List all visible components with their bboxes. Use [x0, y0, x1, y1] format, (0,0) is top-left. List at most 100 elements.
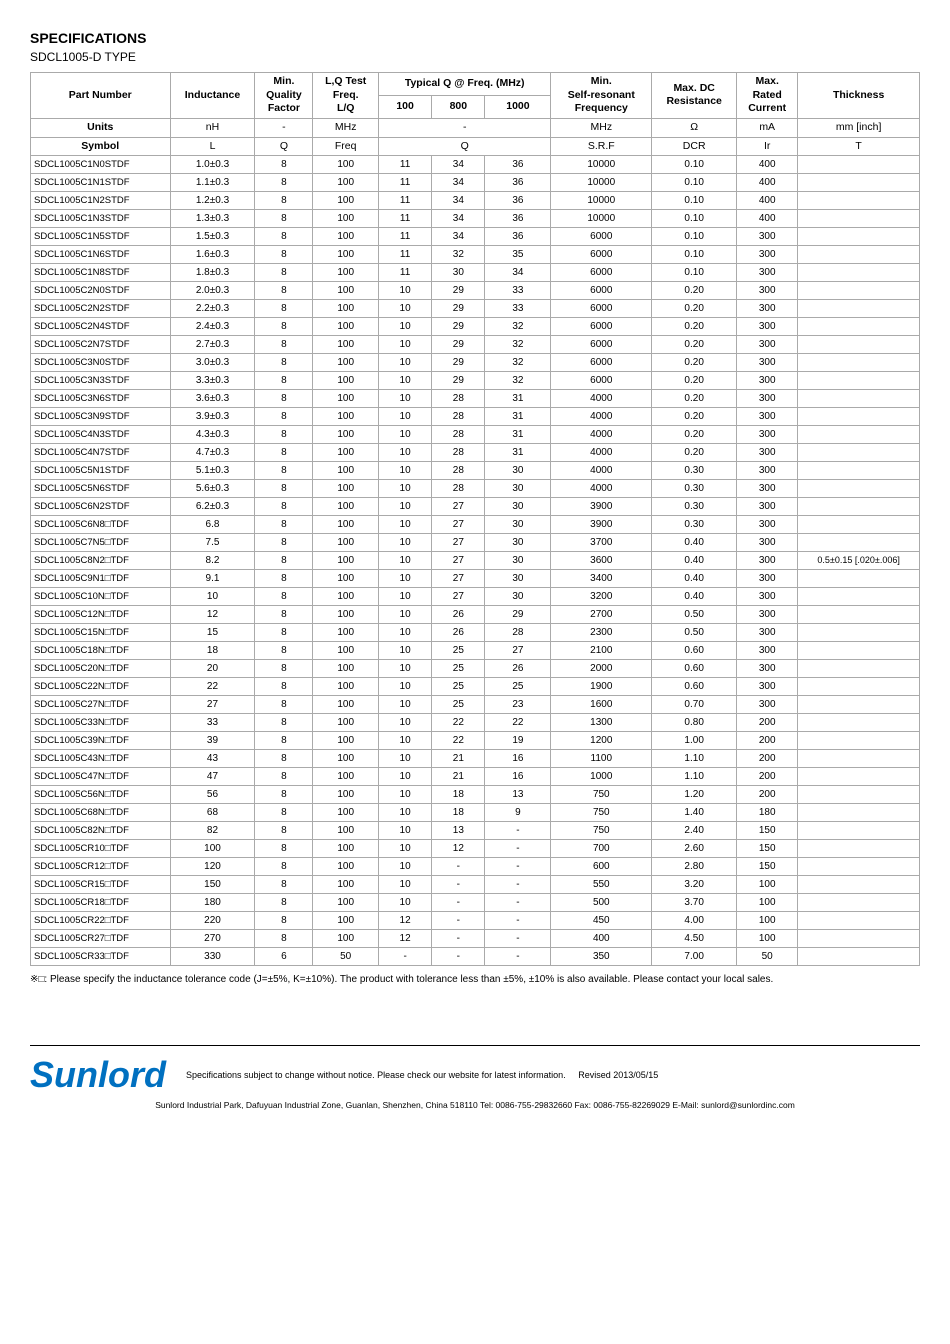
- cell-current: 150: [737, 840, 798, 858]
- cell-q1000: 30: [485, 516, 551, 534]
- cell-min-q: 8: [255, 174, 313, 192]
- table-row: SDCL1005C43N□TDF43810010211611001.10200: [31, 750, 920, 768]
- cell-q1000: 30: [485, 534, 551, 552]
- table-row: SDCL1005C20N□TDF20810010252620000.60300: [31, 660, 920, 678]
- cell-q100: 10: [379, 390, 432, 408]
- cell-current: 400: [737, 210, 798, 228]
- table-row: SDCL1005C12N□TDF12810010262927000.50300: [31, 606, 920, 624]
- cell-inductance: 39: [170, 732, 255, 750]
- cell-dcr: 0.20: [652, 336, 737, 354]
- cell-q800: 22: [432, 732, 485, 750]
- cell-inductance: 10: [170, 588, 255, 606]
- cell-q100: 10: [379, 660, 432, 678]
- col-min-q: Min.QualityFactor: [255, 73, 313, 119]
- cell-q800: 22: [432, 714, 485, 732]
- cell-freq: 100: [313, 156, 379, 174]
- cell-q1000: -: [485, 876, 551, 894]
- cell-dcr: 1.20: [652, 786, 737, 804]
- cell-freq: 100: [313, 498, 379, 516]
- cell-q1000: 30: [485, 498, 551, 516]
- cell-current: 300: [737, 300, 798, 318]
- unit-inductance: nH: [170, 118, 255, 137]
- cell-min-q: 8: [255, 300, 313, 318]
- cell-thickness-empty: [798, 858, 920, 876]
- cell-thickness-empty: [798, 912, 920, 930]
- cell-q100: 12: [379, 912, 432, 930]
- cell-inductance: 3.6±0.3: [170, 390, 255, 408]
- cell-part-number: SDCL1005CR18□TDF: [31, 894, 171, 912]
- cell-inductance: 3.3±0.3: [170, 372, 255, 390]
- cell-dcr: 1.10: [652, 768, 737, 786]
- cell-q1000: 27: [485, 642, 551, 660]
- cell-q1000: 28: [485, 624, 551, 642]
- cell-srf: 6000: [551, 228, 652, 246]
- cell-q100: 10: [379, 480, 432, 498]
- cell-min-q: 8: [255, 390, 313, 408]
- cell-thickness-empty: [798, 390, 920, 408]
- unit-current: mA: [737, 118, 798, 137]
- cell-dcr: 0.20: [652, 282, 737, 300]
- cell-part-number: SDCL1005C20N□TDF: [31, 660, 171, 678]
- cell-dcr: 4.50: [652, 930, 737, 948]
- cell-inductance: 2.7±0.3: [170, 336, 255, 354]
- cell-q1000: -: [485, 822, 551, 840]
- cell-current: 300: [737, 336, 798, 354]
- cell-current: 300: [737, 498, 798, 516]
- unit-q: -: [255, 118, 313, 137]
- table-row: SDCL1005CR27□TDF270810012--4004.50100: [31, 930, 920, 948]
- symbol-inductance: L: [170, 137, 255, 156]
- cell-freq: 100: [313, 930, 379, 948]
- table-row: SDCL1005C9N1□TDF9.1810010273034000.40300: [31, 570, 920, 588]
- cell-thickness-empty: [798, 300, 920, 318]
- cell-dcr: 2.80: [652, 858, 737, 876]
- cell-thickness-empty: [798, 948, 920, 966]
- cell-q1000: 31: [485, 444, 551, 462]
- cell-part-number: SDCL1005C15N□TDF: [31, 624, 171, 642]
- cell-dcr: 0.40: [652, 534, 737, 552]
- cell-freq: 100: [313, 228, 379, 246]
- symbol-label: Symbol: [31, 137, 171, 156]
- cell-dcr: 0.70: [652, 696, 737, 714]
- cell-part-number: SDCL1005C22N□TDF: [31, 678, 171, 696]
- unit-srf: MHz: [551, 118, 652, 137]
- symbol-freq: Freq: [313, 137, 379, 156]
- cell-srf: 550: [551, 876, 652, 894]
- cell-thickness-empty: [798, 516, 920, 534]
- cell-min-q: 8: [255, 552, 313, 570]
- cell-part-number: SDCL1005C1N3STDF: [31, 210, 171, 228]
- cell-part-number: SDCL1005C1N2STDF: [31, 192, 171, 210]
- cell-dcr: 0.20: [652, 318, 737, 336]
- cell-freq: 100: [313, 210, 379, 228]
- cell-dcr: 0.30: [652, 480, 737, 498]
- cell-part-number: SDCL1005C10N□TDF: [31, 588, 171, 606]
- cell-srf: 6000: [551, 246, 652, 264]
- cell-min-q: 8: [255, 282, 313, 300]
- cell-srf: 1000: [551, 768, 652, 786]
- cell-current: 300: [737, 444, 798, 462]
- cell-srf: 1200: [551, 732, 652, 750]
- cell-thickness-empty: [798, 894, 920, 912]
- cell-q800: 18: [432, 786, 485, 804]
- col-thickness: Thickness: [798, 73, 920, 119]
- cell-min-q: 8: [255, 804, 313, 822]
- cell-thickness-empty: [798, 840, 920, 858]
- table-row: SDCL1005C2N4STDF2.4±0.3810010293260000.2…: [31, 318, 920, 336]
- cell-thickness-empty: [798, 192, 920, 210]
- cell-thickness-empty: [798, 786, 920, 804]
- cell-q800: -: [432, 876, 485, 894]
- table-row: SDCL1005C27N□TDF27810010252316000.70300: [31, 696, 920, 714]
- cell-min-q: 8: [255, 210, 313, 228]
- cell-q100: 10: [379, 516, 432, 534]
- symbol-thickness: T: [798, 137, 920, 156]
- cell-dcr: 0.10: [652, 210, 737, 228]
- cell-srf: 2300: [551, 624, 652, 642]
- cell-q1000: 29: [485, 606, 551, 624]
- cell-part-number: SDCL1005C4N7STDF: [31, 444, 171, 462]
- cell-q1000: -: [485, 894, 551, 912]
- cell-dcr: 0.60: [652, 642, 737, 660]
- col-max-dc: Max. DCResistance: [652, 73, 737, 119]
- cell-thickness-empty: [798, 318, 920, 336]
- col-inductance: Inductance: [170, 73, 255, 119]
- table-row: SDCL1005C1N6STDF1.6±0.3810011323560000.1…: [31, 246, 920, 264]
- cell-thickness-empty: [798, 228, 920, 246]
